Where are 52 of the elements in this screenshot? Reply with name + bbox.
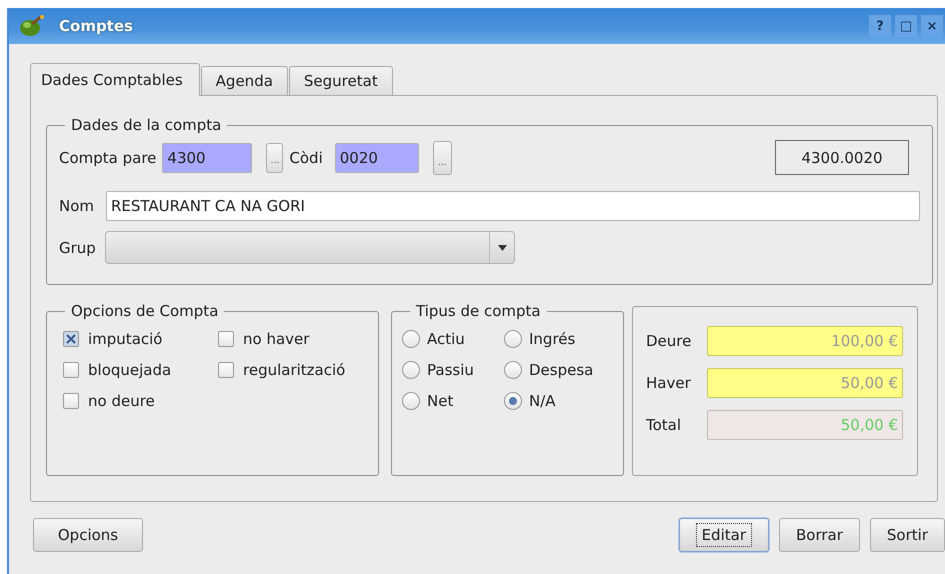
radio-button[interactable] [504, 392, 522, 410]
radio-button[interactable] [402, 361, 420, 379]
checkbox-label: imputació [88, 330, 162, 348]
help-button[interactable]: ? [869, 15, 891, 37]
checkbox-label: no deure [88, 392, 155, 410]
checkbox-label: regularització [243, 361, 346, 379]
checkbox-label: no haver [243, 330, 310, 348]
window-title: Comptes [59, 17, 134, 35]
radio-label: Ingrés [529, 330, 576, 348]
radio-button[interactable] [504, 330, 522, 348]
group-title: Dades de la compta [71, 116, 222, 134]
push-button[interactable]: Editar [678, 518, 769, 552]
tab[interactable]: Dades Comptables [30, 63, 200, 96]
tab[interactable]: Agenda [200, 66, 288, 95]
checkbox[interactable] [218, 331, 234, 347]
field-label: Compta pare [59, 148, 156, 166]
field-label: Còdi [289, 148, 323, 166]
radio-button[interactable] [504, 361, 522, 379]
amount-label: Deure [646, 332, 692, 350]
app-icon [19, 15, 45, 37]
amount-label: Total [646, 416, 682, 434]
checkbox[interactable] [218, 362, 234, 378]
browse-button[interactable]: ... [266, 142, 284, 172]
push-button[interactable]: Opcions [33, 518, 143, 552]
radio-label: Net [427, 392, 454, 410]
radio-label: Actiu [427, 330, 465, 348]
group-dropdown[interactable] [105, 231, 515, 264]
full-code-display: 4300.0020 [775, 140, 909, 175]
amount-label: Haver [646, 374, 692, 392]
group-title: Opcions de Compta [71, 302, 218, 320]
field-label: Nom [59, 197, 96, 215]
code-field[interactable]: 0020 [334, 142, 419, 172]
tab[interactable]: Seguretat [288, 66, 393, 95]
checkbox[interactable] [63, 331, 79, 347]
checkbox[interactable] [63, 362, 79, 378]
checkbox-label: bloquejada [88, 361, 172, 379]
push-button[interactable]: Sortir [870, 518, 945, 552]
name-field[interactable]: RESTAURANT CA NA GORI [106, 191, 920, 221]
parent-account-field[interactable]: 4300 [162, 142, 252, 172]
close-button[interactable]: × [921, 15, 943, 37]
maximize-button[interactable]: □ [895, 15, 917, 37]
radio-label: N/A [529, 392, 556, 410]
checkbox[interactable] [63, 393, 79, 409]
radio-label: Passiu [427, 361, 474, 379]
radio-label: Despesa [529, 361, 594, 379]
radio-button[interactable] [402, 392, 420, 410]
browse-button[interactable]: ... [432, 140, 452, 174]
group-title: Tipus de compta [416, 302, 541, 320]
caret-icon [498, 244, 506, 250]
push-button[interactable]: Borrar [779, 518, 860, 552]
field-label: Grup [59, 238, 97, 256]
radio-button[interactable] [402, 330, 420, 348]
